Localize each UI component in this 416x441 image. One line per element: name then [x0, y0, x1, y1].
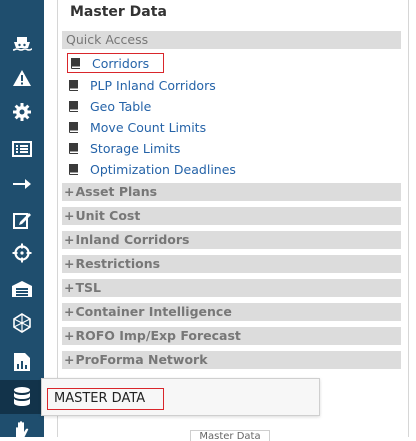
quick-access-header[interactable]: Quick Access	[62, 31, 401, 49]
arrow-right-icon[interactable]	[0, 172, 44, 196]
plus-icon: +	[64, 280, 75, 295]
section-asset-plans[interactable]: +Asset Plans	[62, 183, 401, 201]
tooltip-label: MASTER DATA	[47, 388, 164, 410]
hand-icon[interactable]	[0, 420, 44, 438]
section-inland-corridors[interactable]: +Inland Corridors	[62, 231, 401, 249]
section-label: Inland Corridors	[75, 232, 190, 247]
book-icon	[68, 118, 81, 136]
quick-access-item-label: Corridors	[92, 55, 150, 71]
gear-icon[interactable]	[0, 100, 44, 124]
section-label: Container Intelligence	[75, 304, 232, 319]
section-unit-cost[interactable]: +Unit Cost	[62, 207, 401, 225]
edit-icon[interactable]	[0, 208, 44, 232]
book-icon	[70, 54, 83, 72]
rail-tooltip: MASTER DATA	[41, 378, 320, 416]
quick-access-item-label: Storage Limits	[90, 140, 181, 156]
quick-access-label: Quick Access	[66, 32, 149, 47]
section-rofo-imp-exp-forecast[interactable]: +ROFO Imp/Exp Forecast	[62, 327, 401, 345]
database-icon[interactable]	[0, 380, 44, 414]
panel-title: Master Data	[70, 4, 167, 20]
quick-access-item-optimization-deadlines[interactable]: Optimization Deadlines	[68, 160, 236, 178]
section-tsl[interactable]: +TSL	[62, 279, 401, 297]
book-icon	[68, 139, 81, 157]
section-label: Restrictions	[75, 256, 161, 271]
quick-access-item-storage-limits[interactable]: Storage Limits	[68, 139, 180, 157]
quick-access-item-label: PLP Inland Corridors	[90, 77, 216, 93]
quick-access-item-plp-inland-corridors[interactable]: PLP Inland Corridors	[68, 76, 216, 94]
plus-icon: +	[64, 304, 75, 319]
quick-access-item-label: Geo Table	[90, 98, 152, 114]
crosshair-icon[interactable]	[0, 241, 44, 265]
section-label: Unit Cost	[75, 208, 141, 223]
book-icon	[68, 76, 81, 94]
section-container-intelligence[interactable]: +Container Intelligence	[62, 303, 401, 321]
section-label: Asset Plans	[75, 184, 158, 199]
globe-icon[interactable]	[0, 311, 44, 335]
section-label: ROFO Imp/Exp Forecast	[75, 328, 241, 343]
quick-access-item-move-count-limits[interactable]: Move Count Limits	[68, 118, 206, 136]
quick-access-item-label: Optimization Deadlines	[90, 161, 236, 177]
quick-access-item-geo-table[interactable]: Geo Table	[68, 97, 151, 115]
sidebar-rail	[0, 0, 44, 438]
section-restrictions[interactable]: +Restrictions	[62, 255, 401, 273]
list-icon[interactable]	[0, 137, 44, 161]
plus-icon: +	[64, 328, 75, 343]
master-data-panel: Master Data Quick Access Corridors PLP I…	[57, 0, 409, 441]
section-label: TSL	[75, 280, 101, 295]
warehouse-icon[interactable]	[0, 277, 44, 301]
plus-icon: +	[64, 352, 75, 367]
plus-icon: +	[64, 232, 75, 247]
plus-icon: +	[64, 184, 75, 199]
section-proforma-network[interactable]: +ProForma Network	[62, 351, 401, 369]
quick-access-item-corridors[interactable]: Corridors	[67, 53, 164, 73]
ship-icon[interactable]	[0, 32, 44, 56]
footer-tab[interactable]: Master Data	[190, 430, 270, 441]
plus-icon: +	[64, 256, 75, 271]
book-icon	[68, 160, 81, 178]
warning-icon[interactable]	[0, 66, 44, 90]
chart-icon[interactable]	[0, 350, 44, 374]
book-icon	[68, 97, 81, 115]
quick-access-item-label: Move Count Limits	[90, 119, 207, 135]
section-label: ProForma Network	[75, 352, 208, 367]
plus-icon: +	[64, 208, 75, 223]
